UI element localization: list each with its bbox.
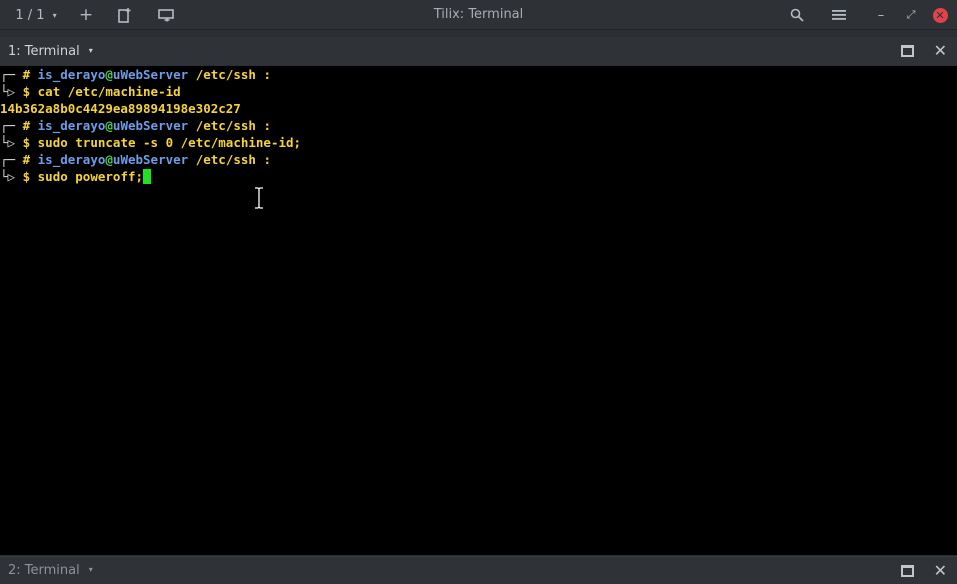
minimize-icon: –	[877, 7, 885, 23]
prompt-line: ┌─ # is_derayo@uWebServer /etc/ssh :	[0, 118, 271, 133]
main-menu-button[interactable]	[829, 5, 849, 25]
split-vertical-icon	[158, 9, 174, 22]
command-line-current: └▷ $ sudo poweroff;	[0, 168, 152, 185]
terminal-2-label: 2: Terminal	[8, 563, 80, 578]
search-button[interactable]	[787, 5, 807, 25]
close-icon: ✕	[932, 7, 948, 23]
restore-icon: ⤢	[906, 8, 916, 21]
minimize-button[interactable]: –	[872, 5, 890, 25]
plus-icon: +	[78, 5, 94, 25]
split-vertical-button[interactable]	[155, 5, 179, 25]
split-horizontal-button[interactable]	[115, 5, 135, 25]
restore-button[interactable]: ⤢	[902, 5, 920, 25]
header-bar: 1 / 1 ▾ + Tilix: Terminal – ⤢ ✕	[0, 0, 957, 30]
chevron-down-icon: ▾	[52, 10, 57, 20]
terminal-1-label: 1: Terminal	[8, 43, 80, 59]
terminal-2-titlebar: 2: Terminal ▾ ✕	[0, 556, 957, 584]
split-horizontal-icon	[118, 8, 131, 23]
command-line: └▷ $ cat /etc/machine-id	[0, 84, 181, 99]
close-terminal-2-icon[interactable]: ✕	[934, 562, 947, 579]
add-session-button[interactable]: +	[76, 5, 96, 25]
command-output: 14b362a8b0c4429ea89894198e302c27	[0, 101, 241, 116]
hamburger-menu-icon	[832, 10, 846, 20]
search-icon	[790, 8, 804, 22]
terminal-1-title-button[interactable]: 1: Terminal ▾	[8, 44, 93, 59]
session-switcher-button[interactable]: 1 / 1 ▾	[8, 5, 64, 25]
maximize-terminal-1-icon[interactable]	[901, 45, 914, 57]
window-title: Tilix: Terminal	[433, 7, 524, 22]
prompt-line: ┌─ # is_derayo@uWebServer /etc/ssh :	[0, 152, 271, 167]
prompt-line: ┌─ # is_derayo@uWebServer /etc/ssh :	[0, 67, 271, 82]
session-indicator: 1 / 1	[15, 7, 45, 23]
text-cursor	[143, 169, 152, 184]
command-line: └▷ $ sudo truncate -s 0 /etc/machine-id;	[0, 135, 302, 150]
close-terminal-1-icon[interactable]: ✕	[934, 43, 947, 59]
chevron-down-icon: ▾	[88, 565, 93, 574]
ibeam-cursor-icon	[255, 187, 263, 209]
terminal-1-titlebar: 1: Terminal ▾ ✕	[0, 37, 957, 65]
terminal-2-title-button[interactable]: 2: Terminal ▾	[8, 563, 93, 578]
maximize-terminal-2-icon[interactable]	[901, 564, 914, 577]
close-window-button[interactable]: ✕	[931, 5, 949, 25]
terminal-1-output[interactable]: ┌─ # is_derayo@uWebServer /etc/ssh : └▷ …	[0, 66, 957, 555]
chevron-down-icon: ▾	[88, 45, 93, 55]
